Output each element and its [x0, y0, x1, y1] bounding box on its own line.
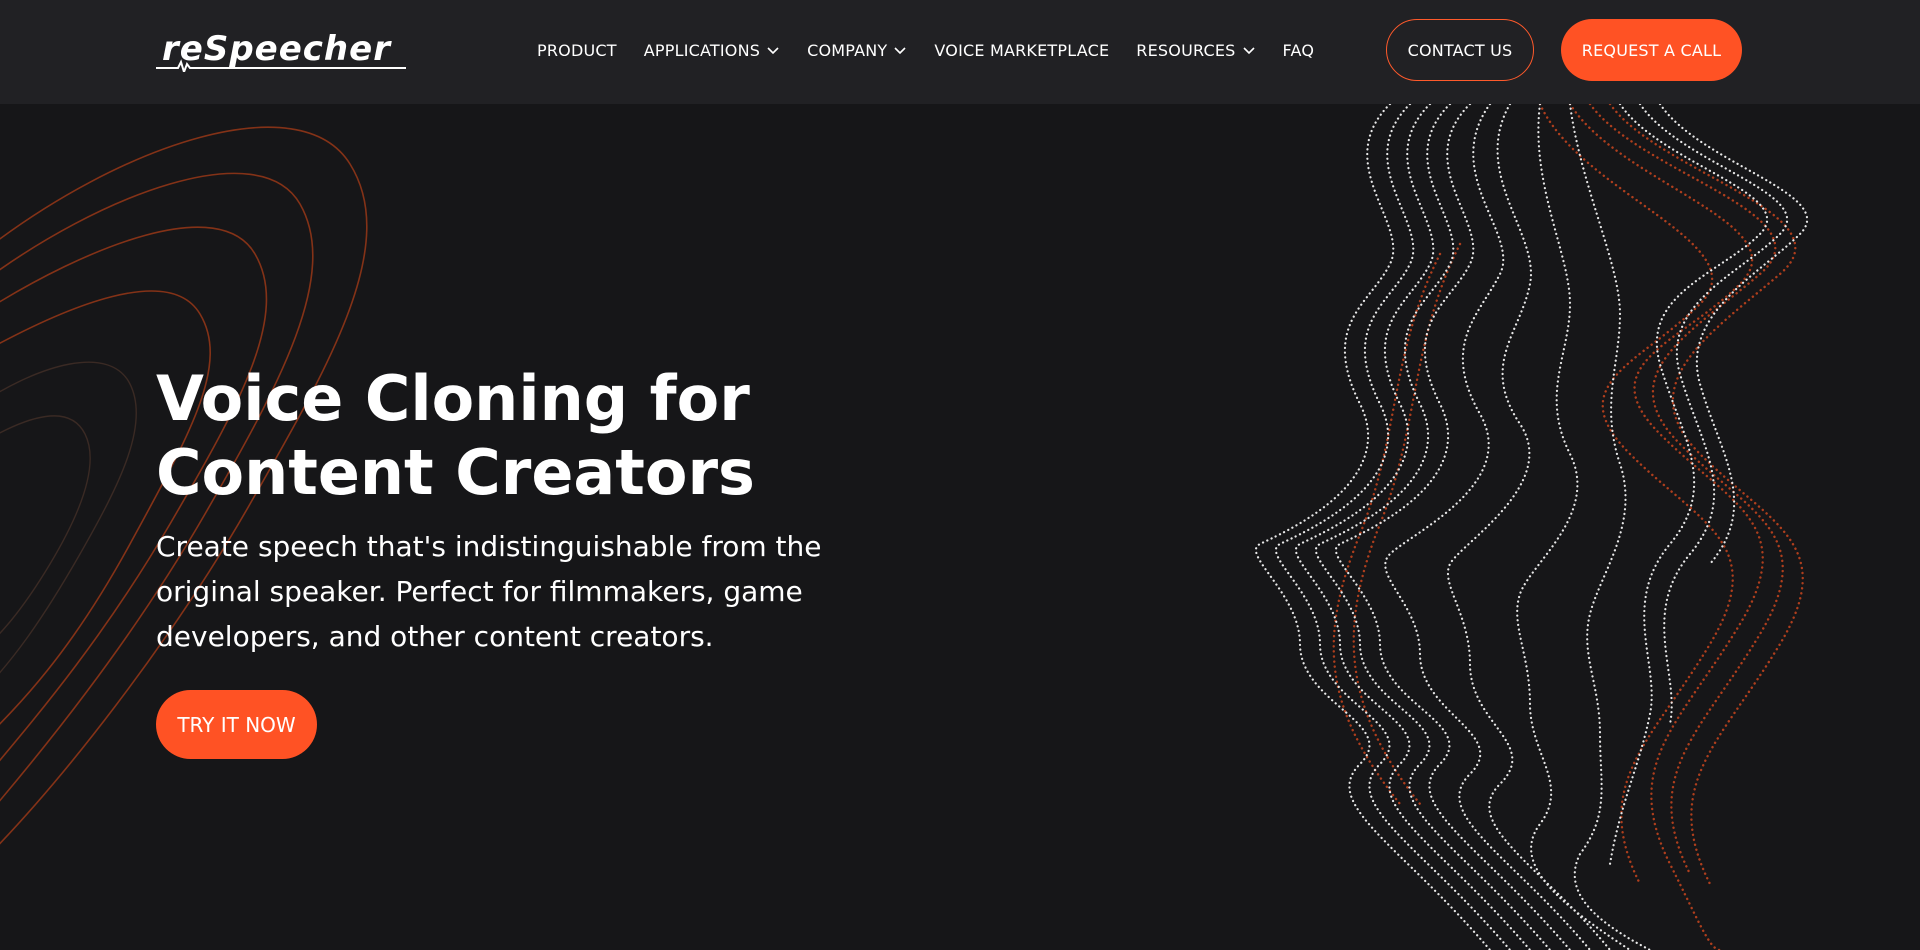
main-nav: PRODUCT APPLICATIONS COMPANY VOICE MARKE…	[537, 38, 1314, 62]
chevron-down-icon	[767, 47, 779, 55]
nav-item-faq[interactable]: FAQ	[1283, 41, 1315, 60]
hero-subtitle: Create speech that's indistinguishable f…	[156, 530, 822, 653]
nav-item-voice-marketplace[interactable]: VOICE MARKETPLACE	[934, 41, 1109, 60]
sound-wave-decoration	[1254, 104, 1809, 950]
nav-item-company[interactable]: COMPANY	[807, 41, 907, 60]
try-it-now-button[interactable]: TRY IT NOW	[156, 690, 317, 759]
nav-item-product[interactable]: PRODUCT	[537, 41, 617, 60]
chevron-down-icon	[894, 47, 906, 55]
nav-item-resources[interactable]: RESOURCES	[1136, 41, 1255, 60]
nav-item-label: PRODUCT	[537, 40, 617, 60]
nav-item-label: FAQ	[1282, 40, 1315, 60]
hero-title: Voice Cloning for Content Creators	[156, 362, 755, 509]
nav-item-label: APPLICATIONS	[643, 40, 761, 60]
svg-text:reSpeecher: reSpeecher	[162, 29, 392, 69]
nav-item-label: COMPANY	[807, 40, 888, 60]
nav-item-label: VOICE MARKETPLACE	[934, 40, 1110, 60]
page: reSpeecher PRODUCT APPLICATIONS COMPANY …	[0, 0, 1920, 950]
nav-item-applications[interactable]: APPLICATIONS	[644, 41, 780, 60]
chevron-down-icon	[1242, 47, 1255, 55]
site-header: reSpeecher PRODUCT APPLICATIONS COMPANY …	[0, 0, 1920, 104]
request-a-call-button[interactable]: REQUEST A CALL	[1561, 19, 1742, 81]
respeecher-logo[interactable]: reSpeecher	[156, 28, 424, 72]
nav-item-label: RESOURCES	[1136, 40, 1236, 60]
contact-us-button[interactable]: CONTACT US	[1386, 19, 1534, 81]
